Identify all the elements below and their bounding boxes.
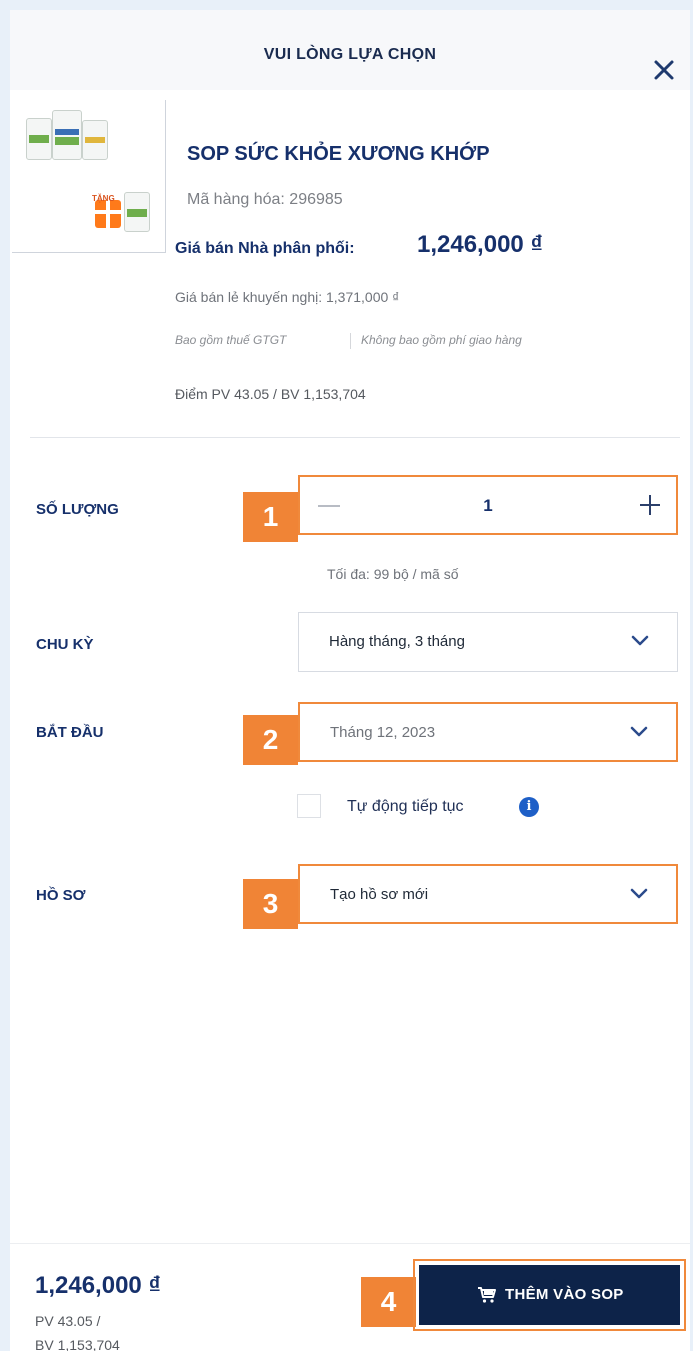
start-month-select[interactable]: Tháng 12, 2023 <box>298 702 678 762</box>
chevron-down-icon <box>630 726 648 737</box>
retail-price: Giá bán lẻ khuyến nghị: 1,371,000 ₫ <box>175 289 400 305</box>
auto-renew-checkbox[interactable] <box>297 794 321 818</box>
start-label: BẮT ĐẦU <box>36 724 104 741</box>
add-to-sop-button[interactable]: THÊM VÀO SOP <box>419 1265 680 1325</box>
shipping-note: Không bao gồm phí giao hàng <box>361 333 522 347</box>
modal-title: VUI LÒNG LỰA CHỌN <box>263 46 437 63</box>
callout-badge: 4 <box>361 1277 416 1327</box>
note-separator <box>350 333 351 349</box>
quantity-stepper: 1 <box>298 475 678 535</box>
start-value: Tháng 12, 2023 <box>330 724 436 741</box>
total-price: 1,246,000 ₫ <box>35 1272 161 1299</box>
modal-header: VUI LÒNG LỰA CHỌN <box>10 10 690 90</box>
quantity-value[interactable]: 1 <box>300 496 676 516</box>
chevron-down-icon <box>631 635 649 646</box>
info-icon[interactable]: i <box>519 797 539 817</box>
quantity-label: SỐ LƯỢNG <box>36 501 119 518</box>
product-image <box>12 100 166 253</box>
plus-icon[interactable] <box>638 493 662 517</box>
callout-badge: 2 <box>243 715 298 765</box>
cycle-label: CHU KỲ <box>36 636 94 653</box>
close-icon[interactable] <box>650 56 678 84</box>
gift-bottle-image <box>124 192 150 232</box>
section-divider <box>30 437 680 438</box>
add-to-sop-highlight: THÊM VÀO SOP <box>413 1259 686 1331</box>
profile-label: HỒ SƠ <box>36 887 86 904</box>
gift-tag: TẶNG <box>92 194 115 203</box>
total-bv: BV 1,153,704 <box>35 1337 120 1351</box>
cart-icon <box>478 1287 496 1303</box>
chevron-down-icon <box>630 888 648 899</box>
distributor-price: 1,246,000 ₫ <box>417 231 543 258</box>
bottle-image <box>52 110 82 160</box>
distributor-price-label: Giá bán Nhà phân phối: <box>175 240 355 257</box>
product-points: Điểm PV 43.05 / BV 1,153,704 <box>175 386 366 402</box>
product-name: SOP SỨC KHỎE XƯƠNG KHỚP <box>187 143 490 165</box>
cycle-value: Hàng tháng, 3 tháng <box>329 633 465 650</box>
callout-badge: 3 <box>243 879 298 929</box>
callout-badge: 1 <box>243 492 298 542</box>
product-sku: Mã hàng hóa: 296985 <box>187 191 343 208</box>
tax-note: Bao gồm thuế GTGT <box>175 333 287 347</box>
auto-renew-label: Tự động tiếp tục <box>347 798 464 815</box>
profile-select[interactable]: Tạo hồ sơ mới <box>298 864 678 924</box>
profile-value: Tạo hồ sơ mới <box>330 886 429 903</box>
total-pv: PV 43.05 / <box>35 1313 101 1329</box>
bottle-image <box>82 120 108 160</box>
gift-icon <box>95 200 121 228</box>
add-to-sop-label: THÊM VÀO SOP <box>505 1286 624 1303</box>
quantity-max-note: Tối đa: 99 bộ / mã số <box>327 566 459 582</box>
cycle-select[interactable]: Hàng tháng, 3 tháng <box>298 612 678 672</box>
bottle-image <box>26 118 52 160</box>
footer-divider <box>10 1243 690 1244</box>
